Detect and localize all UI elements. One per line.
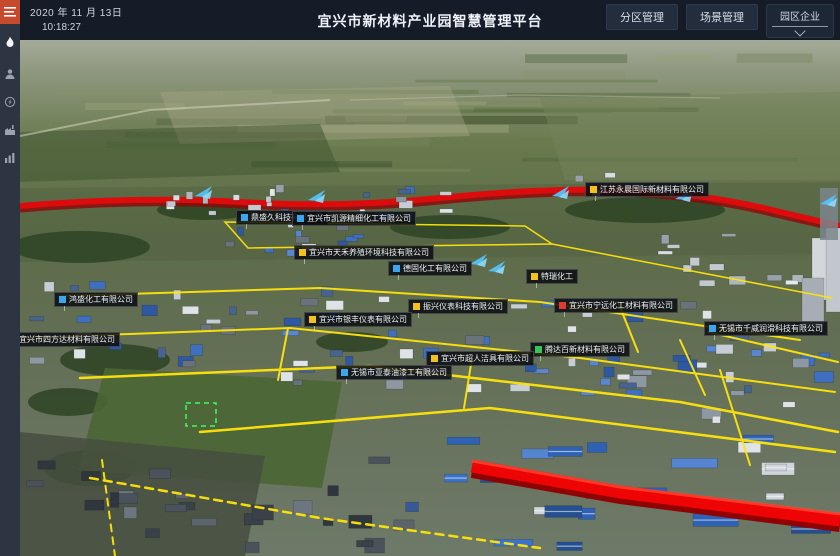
company-label[interactable]: 腾达百新材料有限公司 bbox=[530, 342, 630, 357]
blue-factory-marker[interactable] bbox=[552, 186, 570, 199]
dropdown-label: 园区企业 bbox=[780, 8, 820, 23]
power-icon bbox=[4, 96, 16, 108]
cyan-model-icon bbox=[488, 261, 506, 274]
company-type-icon bbox=[309, 316, 316, 323]
company-type-icon bbox=[590, 186, 597, 193]
company-label[interactable]: 宜兴市超人洁具有限公司 bbox=[426, 351, 534, 366]
left-toolbar bbox=[0, 0, 20, 556]
management-buttons: 分区管理 场景管理 bbox=[606, 4, 758, 30]
cyan-model-icon bbox=[470, 254, 488, 267]
bar-chart-icon bbox=[4, 152, 16, 164]
energy-tool[interactable] bbox=[0, 92, 20, 112]
company-name: 鸿盛化工有限公司 bbox=[69, 294, 133, 306]
chevron-down-icon bbox=[794, 25, 805, 36]
header-actions: 分区管理 场景管理 园区企业 bbox=[606, 4, 834, 38]
personnel-tool[interactable] bbox=[0, 64, 20, 84]
time-label: 10:18:27 bbox=[42, 22, 122, 33]
management-button[interactable]: 场景管理 bbox=[686, 4, 758, 30]
park-enterprise-dropdown[interactable]: 园区企业 bbox=[766, 4, 834, 38]
company-type-icon bbox=[241, 214, 248, 221]
company-label[interactable]: 宜兴市银丰仪表有限公司 bbox=[304, 312, 412, 327]
map-3d-viewport[interactable]: 江苏永晨国际新材料有限公司 鼎盛久科技有限公司 宜兴市凯源精细化工有限公司 宜兴… bbox=[20, 40, 840, 556]
blue-factory-marker[interactable] bbox=[470, 254, 488, 267]
company-type-icon bbox=[531, 273, 538, 280]
blue-factory-marker[interactable] bbox=[488, 261, 506, 274]
company-label[interactable]: 特瑞化工 bbox=[526, 269, 578, 284]
menu-button[interactable] bbox=[0, 0, 20, 24]
company-label[interactable]: 江苏永晨国际新材料有限公司 bbox=[585, 182, 709, 197]
company-type-icon bbox=[709, 325, 716, 332]
factory-icon bbox=[4, 124, 16, 136]
flame-icon bbox=[4, 36, 16, 48]
company-label[interactable]: 鸿盛化工有限公司 bbox=[54, 292, 138, 307]
company-label[interactable]: 无锡市亚泰油漆工有限公司 bbox=[336, 365, 452, 380]
company-name: 振兴仪表科技有限公司 bbox=[423, 301, 503, 313]
company-label[interactable]: 振兴仪表科技有限公司 bbox=[408, 299, 508, 314]
datetime-block: 2020 年 11 月 13日 10:18:27 bbox=[30, 4, 122, 33]
company-label[interactable]: 宜兴市天禾养殖环境科技有限公司 bbox=[294, 245, 434, 260]
enterprise-tool[interactable] bbox=[0, 120, 20, 140]
company-label[interactable]: 无锡市千威润滑科技有限公司 bbox=[704, 321, 828, 336]
blue-factory-marker[interactable] bbox=[195, 186, 213, 199]
company-name: 宜兴市超人洁具有限公司 bbox=[441, 353, 529, 365]
company-name: 宜兴市宁远化工材料有限公司 bbox=[569, 300, 673, 312]
fire-monitor-tool[interactable] bbox=[0, 32, 20, 52]
blue-factory-marker[interactable] bbox=[308, 190, 326, 203]
top-bar: 2020 年 11 月 13日 10:18:27 宜兴市新材料产业园智慧管理平台… bbox=[20, 0, 840, 40]
button-label: 场景管理 bbox=[700, 12, 744, 24]
date-label: 2020 年 11 月 13日 bbox=[30, 4, 122, 19]
management-button[interactable]: 分区管理 bbox=[606, 4, 678, 30]
company-label[interactable]: 宜兴市宁远化工材料有限公司 bbox=[554, 298, 678, 313]
company-name: 特瑞化工 bbox=[541, 271, 573, 283]
company-name: 江苏永晨国际新材料有限公司 bbox=[600, 184, 704, 196]
company-name: 宜兴市凯源精细化工有限公司 bbox=[307, 213, 411, 225]
company-name: 宜兴市天禾养殖环境科技有限公司 bbox=[309, 247, 429, 259]
company-label[interactable]: 德固化工有限公司 bbox=[388, 261, 472, 276]
cyan-model-icon bbox=[820, 194, 838, 207]
company-type-icon bbox=[59, 296, 66, 303]
company-type-icon bbox=[393, 265, 400, 272]
company-name: 宜兴市四方达材料有限公司 bbox=[20, 334, 115, 346]
company-name: 德固化工有限公司 bbox=[403, 263, 467, 275]
company-type-icon bbox=[341, 369, 348, 376]
company-name: 腾达百新材料有限公司 bbox=[545, 344, 625, 356]
company-type-icon bbox=[535, 346, 542, 353]
button-label: 分区管理 bbox=[620, 12, 664, 24]
blue-factory-marker[interactable] bbox=[820, 194, 838, 207]
map-3d-art[interactable] bbox=[20, 40, 840, 556]
company-name: 宜兴市银丰仪表有限公司 bbox=[319, 314, 407, 326]
company-label[interactable]: 宜兴市凯源精细化工有限公司 bbox=[292, 211, 416, 226]
company-type-icon bbox=[297, 215, 304, 222]
company-type-icon bbox=[299, 249, 306, 256]
company-type-icon bbox=[431, 355, 438, 362]
hamburger-icon bbox=[4, 7, 16, 17]
statistics-tool[interactable] bbox=[0, 148, 20, 168]
user-icon bbox=[4, 68, 16, 80]
company-name: 无锡市亚泰油漆工有限公司 bbox=[351, 367, 447, 379]
company-type-icon bbox=[559, 302, 566, 309]
company-name: 无锡市千威润滑科技有限公司 bbox=[719, 323, 823, 335]
company-type-icon bbox=[413, 303, 420, 310]
cyan-model-icon bbox=[552, 186, 570, 199]
cyan-model-icon bbox=[195, 186, 213, 199]
cyan-model-icon bbox=[308, 190, 326, 203]
company-label[interactable]: 宜兴市四方达材料有限公司 bbox=[20, 332, 120, 347]
